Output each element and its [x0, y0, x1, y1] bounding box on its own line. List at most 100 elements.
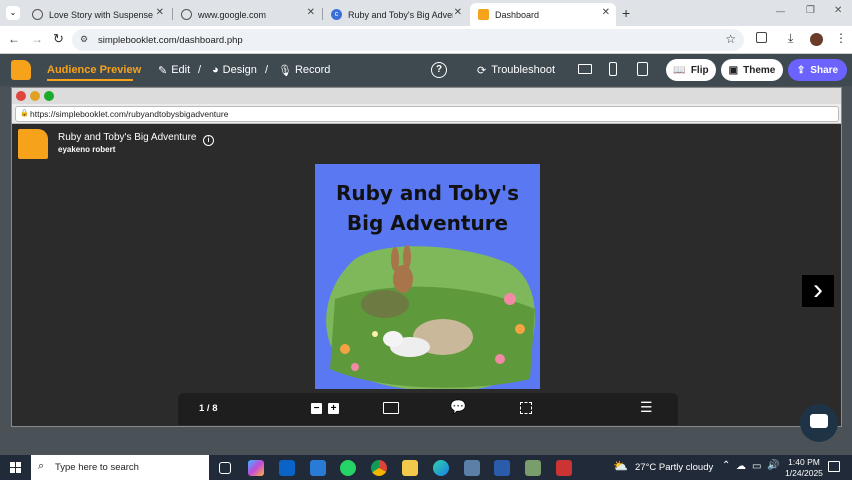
word-icon[interactable] — [494, 460, 510, 476]
contact-card-icon[interactable] — [383, 402, 399, 414]
copilot-icon[interactable] — [248, 460, 264, 476]
troubleshoot-button[interactable]: ⟳ Troubleshoot — [477, 54, 555, 86]
globe-icon — [32, 9, 43, 20]
reload-icon[interactable]: ↻ — [53, 31, 64, 47]
tab-ruby-toby[interactable]: c Ruby and Toby's Big Adventure ✕ — [323, 3, 468, 26]
minimize-dot-icon[interactable] — [30, 91, 40, 101]
simplebooklet-logo[interactable] — [11, 60, 31, 80]
browser-tab-strip: ⌄ Love Story with Suspense ✕ www.google.… — [0, 0, 852, 26]
tab-love-story[interactable]: Love Story with Suspense ✕ — [24, 3, 170, 26]
menu-kebab-icon[interactable]: ⋮ — [835, 31, 847, 45]
tablet-view-icon[interactable] — [637, 62, 648, 76]
cover-illustration — [326, 245, 535, 389]
chrome-icon[interactable] — [371, 460, 387, 476]
site-info-icon[interactable]: ⚙ — [80, 34, 88, 45]
chat-widget-button[interactable] — [800, 404, 838, 442]
lock-icon: 🔒 — [20, 110, 29, 117]
design-tab[interactable]: ◕ Design — [212, 54, 257, 86]
share-button[interactable]: ⇪ Share — [788, 59, 847, 81]
tab-google[interactable]: www.google.com ✕ — [173, 3, 321, 26]
show-hidden-icons[interactable]: ⌃ — [722, 460, 730, 471]
tab-label: Ruby and Toby's Big Adventure — [348, 9, 453, 20]
flip-button[interactable]: 📖 Flip — [666, 59, 716, 81]
windows-start-icon[interactable] — [10, 462, 21, 473]
preview-window: 🔒 https://simplebooklet.com/rubyandtobys… — [11, 87, 842, 427]
pencil-icon: ✎ — [158, 64, 168, 77]
taskbar-search-box[interactable]: ⌕ Type here to search — [31, 455, 209, 480]
menu-icon[interactable]: ☰ — [640, 399, 653, 416]
outlook-icon[interactable] — [279, 460, 295, 476]
globe-icon — [181, 9, 192, 20]
active-app-icon[interactable] — [556, 460, 572, 476]
windows-taskbar: ⌕ Type here to search ⛅ 27°C Partly clou… — [0, 455, 852, 480]
chevron-right-icon: › — [813, 273, 823, 306]
file-explorer-icon[interactable] — [402, 460, 418, 476]
tab-label: Love Story with Suspense — [49, 9, 154, 20]
address-url: simplebooklet.com/dashboard.php — [98, 34, 243, 46]
help-icon[interactable]: ? — [431, 62, 447, 78]
record-tab[interactable]: 🎙 Record — [278, 54, 330, 86]
book-open-icon: 📖 — [673, 64, 686, 76]
info-icon[interactable]: i — [203, 135, 214, 146]
store-icon[interactable] — [310, 460, 326, 476]
edit-tab[interactable]: ✎ Edit — [158, 54, 190, 86]
booklet-thumbnail — [18, 129, 48, 159]
mobile-view-icon[interactable] — [609, 62, 617, 76]
close-tab-icon[interactable]: ✕ — [602, 7, 610, 18]
close-tab-icon[interactable]: ✕ — [156, 7, 164, 18]
extensions-icon[interactable] — [756, 32, 767, 43]
share-icon: ⇪ — [796, 64, 806, 76]
tab-search-icon[interactable]: ⌄ — [6, 6, 20, 20]
theme-button[interactable]: ▣ Theme — [721, 59, 783, 81]
tab-dashboard[interactable]: Dashboard ✕ — [470, 3, 616, 26]
book-title: Ruby and Toby's Big Adventure — [58, 132, 197, 143]
address-bar[interactable]: ⚙ simplebooklet.com/dashboard.php ☆ — [72, 29, 744, 51]
audience-preview-tab[interactable]: Audience Preview — [47, 54, 141, 86]
audience-preview-underline — [47, 79, 133, 81]
notifications-icon[interactable] — [828, 461, 840, 472]
network-icon[interactable]: ▭ — [752, 461, 761, 472]
microphone-icon: 🎙 — [278, 64, 292, 77]
maximize-dot-icon[interactable] — [44, 91, 54, 101]
onedrive-icon[interactable]: ☁ — [736, 461, 746, 472]
back-icon[interactable]: ← — [8, 32, 20, 46]
app-header: Audience Preview ✎ Edit / ◕ Design / 🎙 R… — [0, 54, 852, 86]
restore-button[interactable]: ❐ — [806, 5, 815, 16]
fullscreen-icon[interactable] — [520, 402, 532, 414]
chat-icon — [810, 414, 828, 428]
forward-icon[interactable]: → — [31, 32, 43, 46]
task-view-icon[interactable] — [219, 462, 231, 474]
weather-text[interactable]: 27°C Partly cloudy — [635, 462, 713, 473]
profile-avatar[interactable] — [810, 33, 823, 46]
download-icon[interactable]: ⤓ — [788, 31, 793, 46]
edge-icon[interactable] — [433, 460, 449, 476]
refresh-icon: ⟳ — [477, 64, 487, 77]
browser-toolbar: ← → ↻ ⚙ simplebooklet.com/dashboard.php … — [0, 26, 852, 54]
close-tab-icon[interactable]: ✕ — [454, 7, 462, 18]
preview-title-bar — [12, 88, 841, 104]
desktop-view-icon[interactable] — [578, 64, 592, 74]
minimize-button[interactable]: — — [776, 6, 785, 16]
book-cover-page[interactable]: Ruby and Toby's Big Adventure — [315, 164, 540, 389]
new-tab-button[interactable]: + — [622, 5, 630, 21]
clock-date[interactable]: 1/24/2025 — [782, 468, 826, 478]
whatsapp-icon[interactable] — [340, 460, 356, 476]
bookmark-star-icon[interactable]: ☆ — [725, 32, 736, 46]
book-author: eyakeno robert — [58, 145, 116, 154]
volume-icon[interactable]: 🔊 — [767, 460, 779, 471]
close-tab-icon[interactable]: ✕ — [307, 7, 315, 18]
zoom-out-button[interactable]: − — [311, 403, 322, 414]
tab-label: www.google.com — [198, 9, 267, 20]
zoom-in-button[interactable]: + — [328, 403, 339, 414]
clock-time[interactable]: 1:40 PM — [786, 457, 822, 467]
simplebooklet-icon: c — [331, 9, 342, 20]
breadcrumb-separator: / — [265, 64, 269, 76]
close-dot-icon[interactable] — [16, 91, 26, 101]
next-page-button[interactable]: › — [802, 275, 834, 307]
app-window-icon[interactable] — [464, 460, 480, 476]
snip-tool-icon[interactable] — [525, 460, 541, 476]
booklet-toolbar: 1 / 8 − + 💬 ☰ — [178, 393, 678, 425]
comments-icon[interactable]: 💬 — [450, 399, 466, 415]
booklet-stage: Ruby and Toby's Big Adventure eyakeno ro… — [12, 125, 841, 426]
close-window-button[interactable]: ✕ — [834, 5, 842, 16]
